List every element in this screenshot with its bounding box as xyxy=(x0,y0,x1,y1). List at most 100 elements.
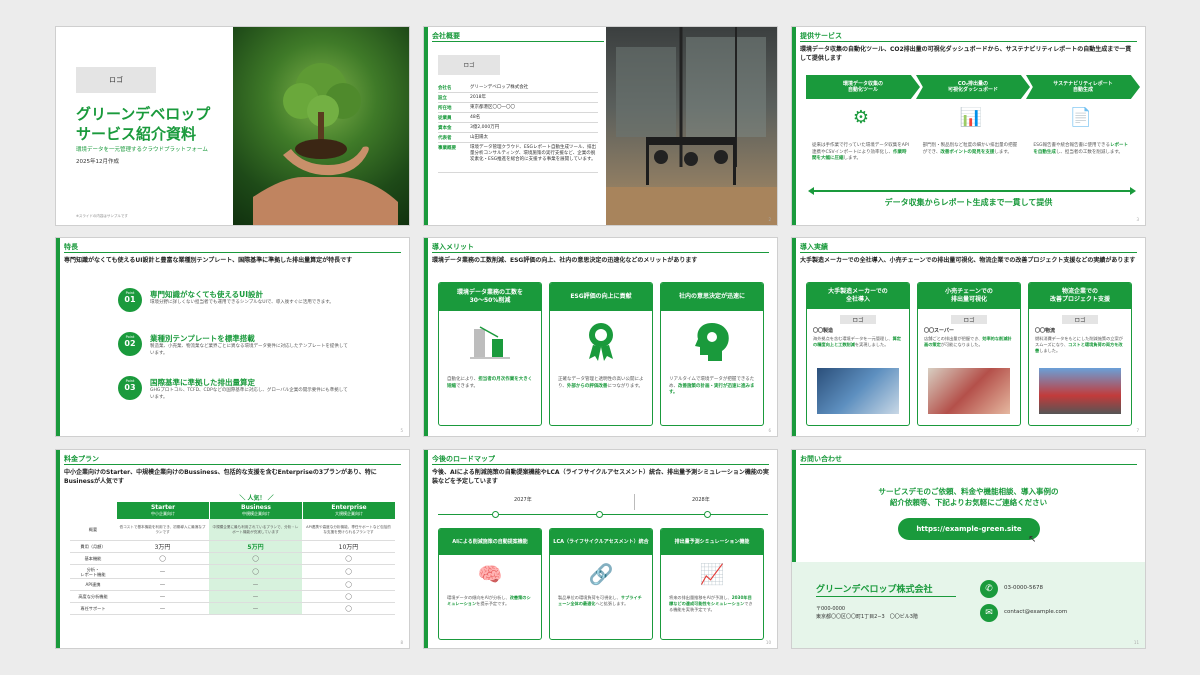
slide-accent-bar xyxy=(424,27,428,225)
pricing-row-label: 基本機能 xyxy=(84,556,102,561)
pricing-cell: ◯ xyxy=(209,553,302,564)
contact-footer-panel: グリーンデベロップ株式会社 〒000-0000 東京都〇〇区〇〇町1丁目2−3 … xyxy=(792,562,1145,648)
brain-head-icon xyxy=(661,311,763,371)
meeting-room-illustration xyxy=(606,27,777,225)
year-divider xyxy=(634,494,635,510)
slide-services[interactable]: 提供サービス 環境データ収集の自動化ツール、CO2排出量の可視化ダッシュボードか… xyxy=(791,26,1146,226)
roadmap-description: 製品単位の環境負荷を可視化し、サプライチェーン全体の最適化へと拡張します。 xyxy=(550,593,652,609)
benefit-desc-text: 自動化により、 xyxy=(447,377,479,382)
pricing-cell: ー xyxy=(159,569,166,576)
feature-point: Point 03 国際基準に準拠した排出量算定 GHGプロトコル、TCFD、CDPなど… xyxy=(118,376,358,420)
pricing-cell: ー xyxy=(159,582,166,589)
cover-title-line1: グリーンデベロップ xyxy=(76,105,211,123)
plan-target: 大規模企業向け xyxy=(335,511,363,516)
slide-heading: 提供サービス xyxy=(800,32,842,40)
slide-pricing[interactable]: 料金プラン 中小企業向けのStarter、中規模企業向けのBussiness、包… xyxy=(55,449,410,649)
info-row: 従業員 48名 xyxy=(438,113,598,123)
popular-badge: ＼ 人気！ ／ xyxy=(239,495,274,502)
page-number: 5 xyxy=(400,428,403,433)
case-photo xyxy=(817,368,899,414)
info-row: 資本金 3億2,000万円 xyxy=(438,123,598,133)
point-title: 専門知識がなくても使えるUI設計 xyxy=(150,290,264,299)
point-badge: Point 02 xyxy=(118,332,142,356)
plan-name: Starter xyxy=(150,504,176,511)
pricing-cell: ◯ xyxy=(345,581,352,588)
plan-name: Enterprise xyxy=(331,504,367,511)
pricing-cell: ◯ xyxy=(159,555,166,562)
point-number: 02 xyxy=(124,339,136,348)
website-button[interactable]: https://example-green.site xyxy=(898,518,1040,540)
logo-placeholder: ロゴ xyxy=(76,67,156,93)
roadmap-title: AIによる削減施策の自動提案機能 xyxy=(439,529,541,555)
info-key: 従業員 xyxy=(438,116,452,121)
pricing-cell: ◯ xyxy=(209,565,302,578)
slide-features[interactable]: 特長 専門知識がなくても使えるUI設計と豊富な業種別テンプレート、国際基準に準拠… xyxy=(55,237,410,437)
slide-roadmap[interactable]: 今後のロードマップ 今後、AIによる削減施策の自動提案機能やLCA（ライフサイク… xyxy=(423,449,778,649)
info-value: 環境データ管理クラウド、ESGレポート自動生成ツール、排出量分析コンサルティング… xyxy=(470,145,597,162)
pricing-cell: 10万円 xyxy=(338,544,359,551)
pricing-row-label: 費用（月額） xyxy=(80,544,106,549)
company-name-underline xyxy=(816,596,956,597)
info-key: 設立 xyxy=(438,96,447,101)
pricing-cell: ー xyxy=(209,603,302,614)
slide-case-studies[interactable]: 導入実績 大手製造メーカーでの全社導入、小売チェーンでの排出量可視化、物流企業で… xyxy=(791,237,1146,437)
slide-benefits[interactable]: 導入メリット 環境データ業務の工数削減、ESG評価の向上、社内の意思決定の迅速化… xyxy=(423,237,778,437)
info-value: 3億2,000万円 xyxy=(470,125,500,130)
info-row: 会社名 グリーンデベロップ株式会社 xyxy=(438,83,598,93)
slide-accent-bar xyxy=(792,238,796,436)
benefit-desc-highlight: 外部からの評価改善 xyxy=(566,383,608,389)
slide-contact[interactable]: お問い合わせ サービスデモのご依頼、料金や機能相談、導入事例の 紹介依頼等、下記… xyxy=(791,449,1146,649)
dashboard-chart-icon: 📊 xyxy=(959,107,983,128)
heading-underline xyxy=(800,41,1137,42)
cover-date: 2025年12月作成 xyxy=(76,159,119,165)
slide-accent-bar xyxy=(56,450,60,648)
timeline-node-2 xyxy=(596,511,603,518)
roadmap-title: 排出量予測シミュレーション機能 xyxy=(661,529,763,555)
benefit-title: ESG評価の向上に貢献 xyxy=(550,283,652,311)
logo-placeholder: ロゴ xyxy=(438,55,500,75)
roadmap-description: 環境データの傾向をAIが分析し、改善策のシミュレーションを提示予定です。 xyxy=(439,593,541,609)
info-key: 所在地 xyxy=(438,106,452,111)
cover-title-line2: サービス紹介資料 xyxy=(76,125,197,143)
page-number: 8 xyxy=(400,640,403,645)
case-company: 〇〇製造 xyxy=(813,328,834,334)
email-address[interactable]: contact@example.com xyxy=(1004,609,1067,615)
point-badge: Point 01 xyxy=(118,288,142,312)
pricing-cell: 5万円 xyxy=(209,541,302,552)
plan-target: 中小企業向け xyxy=(151,511,175,516)
mail-icon: ✉ xyxy=(980,604,998,622)
year-label-2027: 2027年 xyxy=(514,497,532,503)
point-number: 01 xyxy=(124,295,136,304)
gears-icon: ⚙ xyxy=(852,107,870,128)
slide-company-profile[interactable]: 会社概要 ロゴ 会社名 グリーンデベロップ株式会社 設立 2018年 所在地 東京都港区〇… xyxy=(423,26,778,226)
service-step: サステナビリティレポート 自動生成 xyxy=(1026,75,1140,99)
info-key: 資本金 xyxy=(438,126,452,131)
office-photo xyxy=(606,27,777,225)
pricing-cell: 中規模企業に最も利用されているプランで、分析・レポート機能が充実しています xyxy=(209,519,302,540)
slide-cover[interactable]: ロゴ グリーンデベロップ サービス紹介資料 環境データを一元管理するクラウドプラ… xyxy=(55,26,410,226)
website-url[interactable]: https://example-green.site xyxy=(916,525,1021,533)
pricing-row: 専任サポート ー ー ◯ xyxy=(70,603,395,615)
roadmap-card: AIによる削減施策の自動提案機能 🧠 環境データの傾向をAIが分析し、改善策のシミュ… xyxy=(438,528,542,640)
timeline-line xyxy=(438,514,768,515)
pricing-cell: 3万円 xyxy=(154,544,171,551)
service-flow-arrows: 環境データ収集の 自動化ツール CO₂排出量の 可視化ダッシュボード サステナビリテ… xyxy=(806,75,1140,99)
case-desc-text: 海外拠点を含む環境データを一元管理し、 xyxy=(813,336,893,341)
info-key: 会社名 xyxy=(438,86,452,91)
slide-heading: 今後のロードマップ xyxy=(432,455,495,463)
award-medal-icon xyxy=(550,311,652,371)
heading-underline xyxy=(800,464,1137,465)
heading-underline xyxy=(800,252,1137,253)
forecast-chart-icon: 📈 xyxy=(699,562,725,586)
slide-heading: お問い合わせ xyxy=(800,455,842,463)
address: 東京都〇〇区〇〇町1丁目2−3 〇〇ビル3階 xyxy=(816,614,918,620)
company-info-table: 会社名 グリーンデベロップ株式会社 設立 2018年 所在地 東京都港区〇〇一〇〇 従業員 4… xyxy=(438,83,598,173)
cursor-pointer-icon: ↖ xyxy=(1028,534,1037,545)
slide-accent-bar xyxy=(792,27,796,225)
slide-lead: 専門知識がなくても使えるUI設計と豊富な業種別テンプレート、国際基準に準拠した排… xyxy=(64,257,353,264)
point-description: 環境分野に詳しくない担当者でも運用できるシンプルなUIで、導入後すぐに活用できま… xyxy=(150,300,334,305)
page-number: 2 xyxy=(768,217,771,222)
benefit-description: リアルタイムで環境データが把握できるため、改善施策の計画・実行が迅速に進みます。 xyxy=(661,371,763,403)
info-value: 山田陽太 xyxy=(470,135,488,140)
phone-number[interactable]: 03-0000-5678 xyxy=(1004,585,1043,591)
